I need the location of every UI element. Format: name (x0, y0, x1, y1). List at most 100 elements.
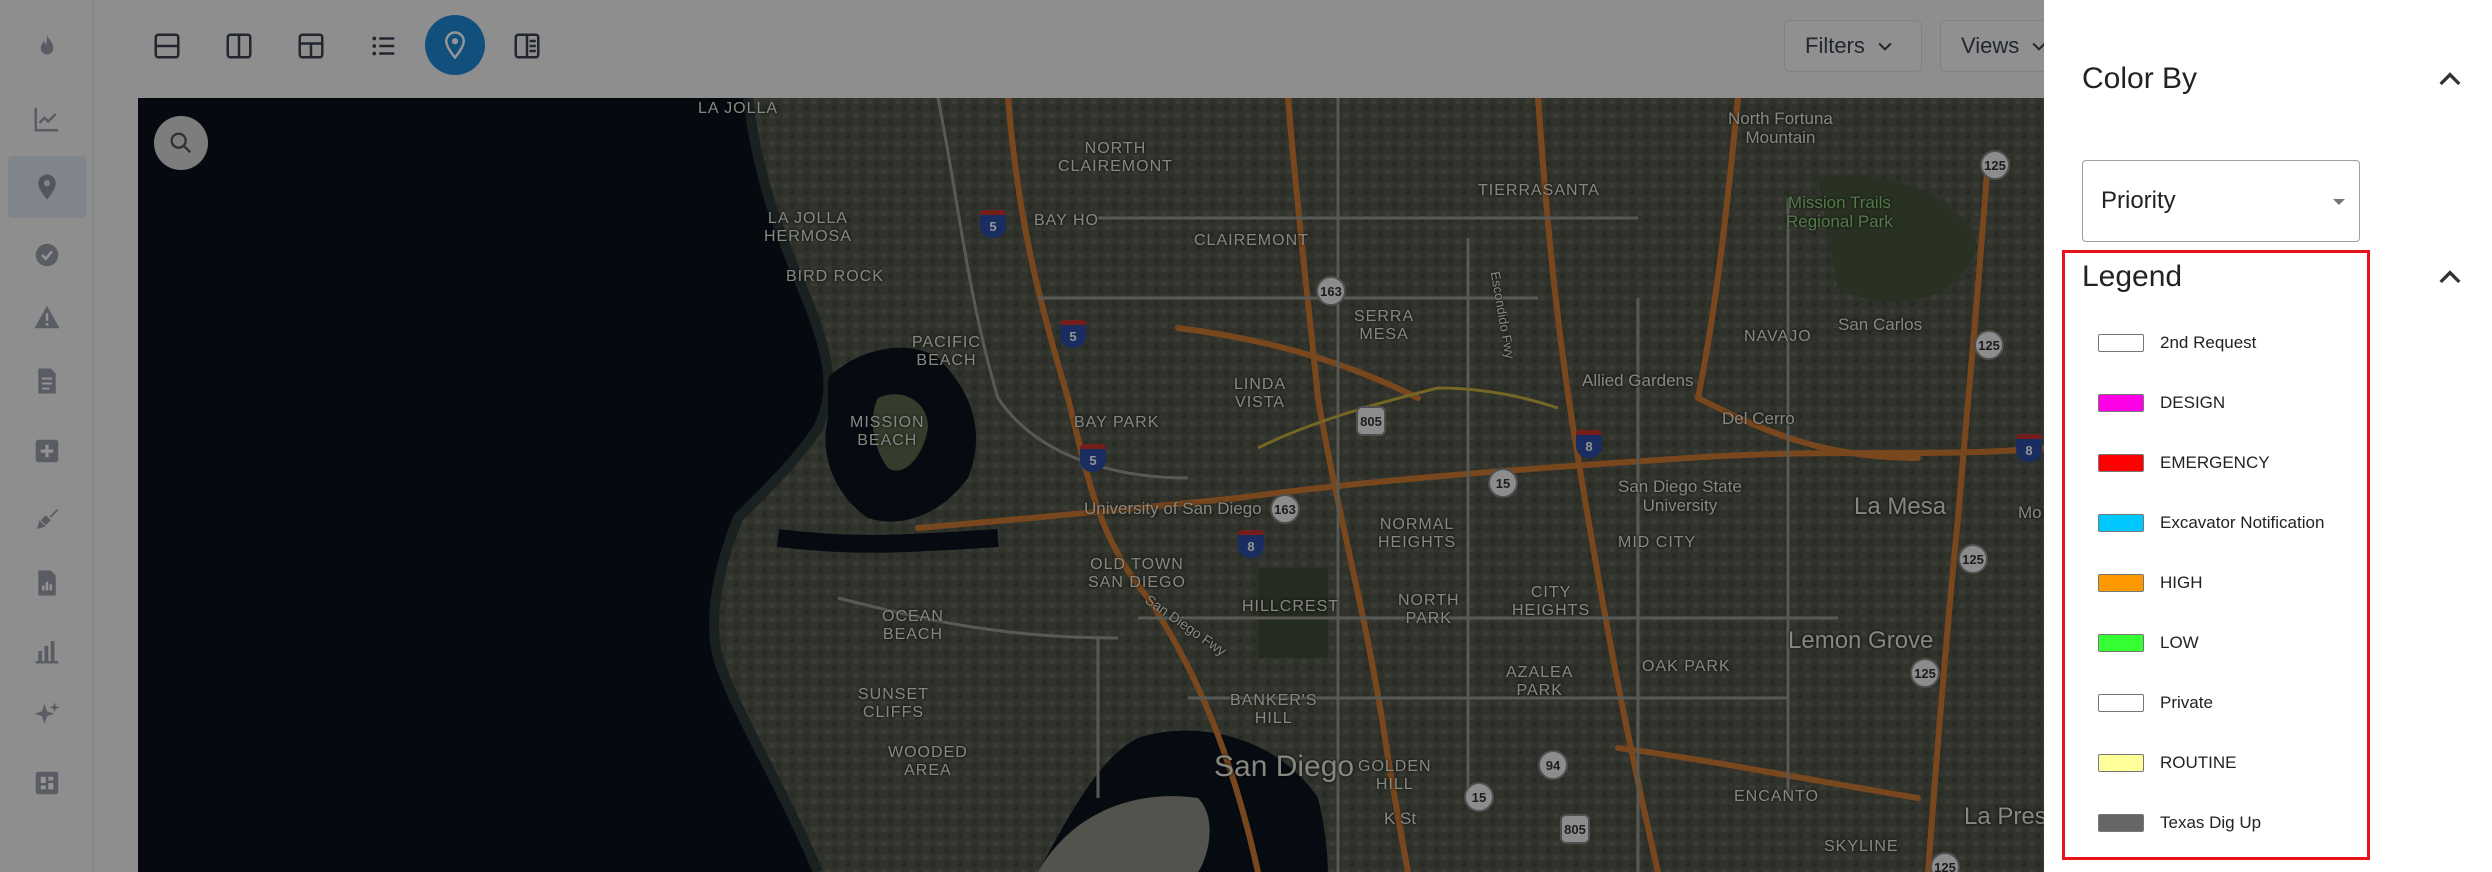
list-icon (372, 36, 395, 56)
report-chart-icon (38, 570, 56, 596)
map-label-north-fortuna: North Fortuna Mountain (1728, 109, 1833, 147)
color-by-value: Priority (2101, 187, 2176, 214)
nav-dig[interactable] (8, 488, 86, 550)
map-label-san-diego: San Diego (1214, 750, 1355, 783)
map-label-mission-beach: MISSION BEACH (850, 414, 925, 449)
plus-box-icon (35, 439, 59, 463)
map-label-north-park: NORTH PARK (1398, 592, 1460, 627)
left-nav-rail (0, 0, 94, 872)
chevron-up-icon[interactable] (2434, 64, 2466, 96)
shovel-icon (37, 509, 59, 529)
legend-item: LOW (2098, 628, 2199, 658)
map-label-wooded-area: WOODED AREA (888, 744, 968, 779)
map-canvas[interactable]: LA JOLLA NORTH CLAIREMONT North Fortuna … (138, 98, 2044, 872)
map-label-hillcrest: HILLCREST (1242, 598, 1340, 615)
highway-shield: 805 (1560, 814, 1590, 844)
legend-item: Excavator Notification (2098, 508, 2324, 538)
flame-logo-icon (40, 34, 54, 55)
map-label-la-mesa: La Mesa (1854, 493, 1947, 520)
map-label-golden-hill: GOLDEN HILL (1358, 758, 1432, 793)
chevron-up-icon[interactable] (2434, 262, 2466, 294)
nav-analytics[interactable] (8, 88, 86, 150)
horizontal-split-icon (154, 33, 180, 59)
layout-horizontal-split-button[interactable] (138, 20, 196, 72)
layout-vertical-split-button[interactable] (210, 20, 268, 72)
nav-documents[interactable] (8, 350, 86, 412)
legend-label: Texas Dig Up (2160, 813, 2262, 832)
legend-title: Legend (2082, 260, 2183, 293)
legend-item: ROUTINE (2098, 748, 2237, 778)
map-view-button[interactable] (425, 15, 485, 75)
legend-item: Private (2098, 688, 2213, 718)
filters-label: Filters (1805, 33, 1865, 58)
legend-swatch (2098, 514, 2144, 532)
nav-home[interactable] (8, 16, 86, 78)
check-circle-icon (35, 243, 59, 267)
grid-layout-icon (298, 33, 324, 59)
warning-icon (34, 305, 60, 329)
nav-alerts[interactable] (8, 286, 86, 348)
map-label-mo: Mo (2018, 503, 2042, 522)
legend-swatch (2098, 754, 2144, 772)
nav-tasks[interactable] (8, 224, 86, 286)
highway-shield: 15 (1488, 468, 1518, 498)
map-label-allied-gardens: Allied Gardens (1582, 371, 1694, 390)
map-pin-icon (38, 174, 56, 200)
map-label-skyline: SKYLINE (1824, 838, 1899, 855)
map-search-button[interactable] (154, 116, 208, 170)
highway-shield: 805 (1356, 406, 1386, 436)
dashboard-icon (35, 771, 59, 795)
map-label-north-clairemont: NORTH CLAIREMONT (1058, 140, 1173, 175)
app-root: Filters Views LA JOLLA NORTH CLAIREMONT … (0, 0, 2492, 872)
interstate-shield: 5 (1060, 320, 1086, 348)
trending-chart-icon (34, 107, 59, 132)
map-label-sdsu: San Diego State University (1618, 477, 1742, 515)
legend-swatch (2098, 574, 2144, 592)
interstate-shield: 5 (980, 210, 1006, 238)
color-legend-panel: Color By Priority Legend 2nd Request DESI… (2044, 0, 2492, 872)
map-label-navajo: NAVAJO (1744, 328, 1812, 345)
legend-item: 2nd Request (2098, 328, 2256, 358)
map-label-usd: University of San Diego (1084, 499, 1262, 518)
sparkle-icon (34, 702, 60, 724)
nav-add[interactable] (8, 420, 86, 482)
nav-ai[interactable] (8, 684, 86, 746)
side-panel-toggle-button[interactable] (498, 20, 556, 72)
map-label-tierrasanta: TIERRASANTA (1478, 182, 1600, 199)
map-label-la-jolla-hermosa: LA JOLLA HERMOSA (764, 210, 852, 245)
map-label-la-presa: La Pres (1964, 803, 2044, 830)
highway-shield: 125 (1980, 150, 2010, 180)
filters-button[interactable]: Filters (1784, 20, 1922, 72)
highway-shield: 125 (1910, 658, 1940, 688)
map-label-del-cerro: Del Cerro (1722, 409, 1795, 428)
layout-grid-button[interactable] (282, 20, 340, 72)
nav-dashboard[interactable] (8, 752, 86, 814)
legend-label: HIGH (2160, 573, 2203, 592)
legend-swatch (2098, 394, 2144, 412)
list-view-button[interactable] (354, 20, 412, 72)
map-label-ocean-beach: OCEAN BEACH (882, 608, 944, 643)
legend-swatch (2098, 334, 2144, 352)
map-label-bay-park: BAY PARK (1074, 414, 1160, 431)
interstate-shield: 8 (2016, 434, 2042, 462)
color-by-select[interactable]: Priority (2082, 160, 2360, 242)
legend-label: LOW (2160, 633, 2199, 652)
legend-swatch (2098, 694, 2144, 712)
nav-statistics[interactable] (8, 620, 86, 682)
nav-reports[interactable] (8, 552, 86, 614)
legend-item: HIGH (2098, 568, 2203, 598)
map-label-san-carlos: San Carlos (1838, 315, 1923, 334)
map-pin-icon (444, 31, 466, 60)
bar-chart-icon (35, 641, 59, 664)
map-label-azalea-park: AZALEA PARK (1506, 664, 1574, 699)
map-label-serra-mesa: SERRA MESA (1354, 308, 1415, 343)
map-label-old-town: OLD TOWN SAN DIEGO (1088, 556, 1186, 591)
map-label-oak-park: OAK PARK (1642, 658, 1731, 675)
legend-item: EMERGENCY (2098, 448, 2270, 478)
nav-map[interactable] (8, 156, 86, 218)
highway-shield: 15 (1464, 782, 1494, 812)
legend-swatch (2098, 814, 2144, 832)
legend-swatch (2098, 634, 2144, 652)
map-label-encanto: ENCANTO (1734, 788, 1819, 805)
views-label: Views (1961, 33, 2020, 58)
